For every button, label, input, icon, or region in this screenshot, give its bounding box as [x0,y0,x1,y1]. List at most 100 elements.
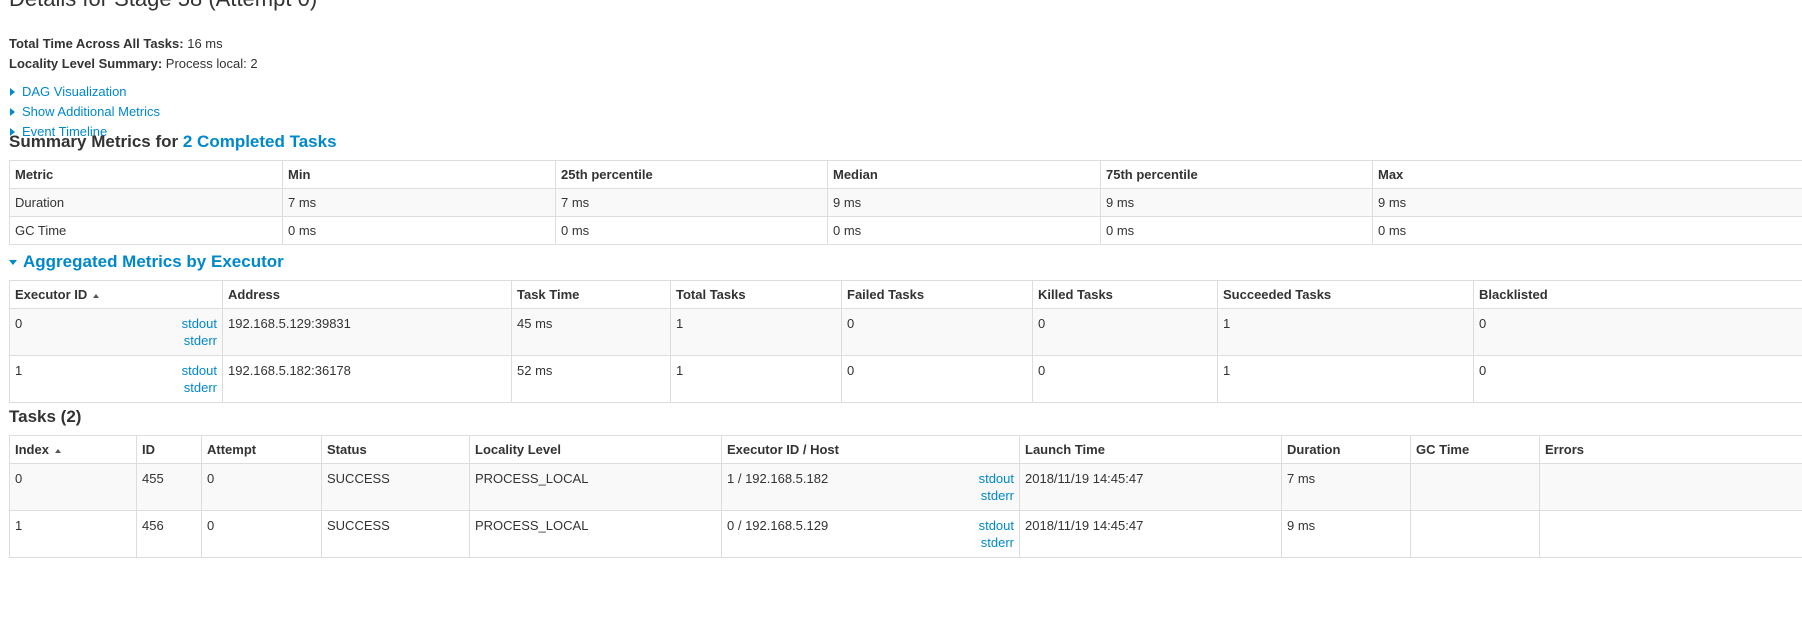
aggregated-metrics-heading[interactable]: Aggregated Metrics by Executor [23,252,284,272]
table-header-row: Executor ID Address Task Time Total Task… [9,280,1802,309]
table-cell: 0 [1473,308,1802,356]
table-cell: 455 [136,463,202,511]
table-cell: GC Time [9,216,283,245]
column-header[interactable]: Errors [1539,435,1802,464]
stdout-link[interactable]: stdout [979,471,1014,486]
stdout-link[interactable]: stdout [182,316,217,331]
summary-metrics-heading: Summary Metrics for 2 Completed Tasks [9,132,337,152]
table-cell: 0 ms [827,216,1101,245]
stderr-link[interactable]: stderr [184,380,217,395]
column-header[interactable]: Locality Level [469,435,722,464]
table-cell: 0 [841,355,1033,403]
table-cell: PROCESS_LOCAL [469,510,722,558]
task-logs: stdout stderr [979,470,1014,504]
column-header[interactable]: Launch Time [1019,435,1282,464]
table-cell: 0 [1032,355,1218,403]
total-time-line: Total Time Across All Tasks: 16 ms [9,34,258,54]
table-cell: 7 ms [282,188,556,217]
table-cell: 2018/11/19 14:45:47 [1019,463,1282,511]
table-row: 1 stdout stderr 192.168.5.182:36178 52 m… [9,355,1802,403]
table-cell: SUCCESS [321,510,470,558]
column-header[interactable]: Killed Tasks [1032,280,1218,309]
column-header[interactable]: Metric [9,160,283,189]
column-header[interactable]: Executor ID / Host [721,435,1020,464]
column-header[interactable]: Duration [1281,435,1411,464]
aggregated-metrics-toggle[interactable]: Aggregated Metrics by Executor [9,252,284,272]
column-header[interactable]: Status [321,435,470,464]
table-cell: 0 [1473,355,1802,403]
column-header-index[interactable]: Index [9,435,137,464]
stderr-link[interactable]: stderr [981,488,1014,503]
caret-right-icon [10,108,15,116]
table-header-row: Index ID Attempt Status Locality Level E… [9,435,1802,464]
table-cell: 1 [670,355,842,403]
locality-summary-line: Locality Level Summary: Process local: 2 [9,54,258,74]
column-header-executor-id[interactable]: Executor ID [9,280,223,309]
stdout-link[interactable]: stdout [979,518,1014,533]
stdout-link[interactable]: stdout [182,363,217,378]
sort-ascending-icon [93,293,100,298]
stderr-link[interactable]: stderr [184,333,217,348]
table-cell: 0 ms [1100,216,1373,245]
column-header-label: Index [15,442,49,457]
tasks-heading: Tasks (2) [9,407,82,426]
column-header[interactable]: Address [222,280,512,309]
table-cell [1539,510,1802,558]
column-header[interactable]: 75th percentile [1100,160,1373,189]
table-cell: 0 [201,510,322,558]
additional-metrics-link[interactable]: Show Additional Metrics [22,102,160,122]
table-cell: 456 [136,510,202,558]
stage-summary: Total Time Across All Tasks: 16 ms Local… [9,34,258,74]
table-cell [1410,510,1540,558]
table-row: 1 456 0 SUCCESS PROCESS_LOCAL 0 / 192.16… [9,510,1802,558]
executor-host: 0 / 192.168.5.129 [727,518,829,533]
total-time-label: Total Time Across All Tasks: [9,36,184,51]
executor-host-cell: 1 / 192.168.5.182 stdout stderr [721,463,1020,511]
column-header[interactable]: Total Tasks [670,280,842,309]
table-cell: 0 [9,463,137,511]
column-header[interactable]: Max [1372,160,1802,189]
table-cell: 9 ms [1372,188,1802,217]
column-header[interactable]: Min [282,160,556,189]
stderr-link[interactable]: stderr [981,535,1014,550]
column-header[interactable]: Attempt [201,435,322,464]
table-row: GC Time 0 ms 0 ms 0 ms 0 ms 0 ms [9,216,1802,245]
summary-metrics-heading-text: Summary Metrics for [9,132,179,151]
table-cell: 9 ms [827,188,1101,217]
table-row: Duration 7 ms 7 ms 9 ms 9 ms 9 ms [9,188,1802,217]
summary-metrics-table: Metric Min 25th percentile Median 75th p… [9,160,1802,245]
table-cell: 0 [201,463,322,511]
table-cell: 7 ms [1281,463,1411,511]
column-header[interactable]: Median [827,160,1101,189]
tasks-table: Index ID Attempt Status Locality Level E… [9,435,1802,558]
column-header[interactable]: 25th percentile [555,160,828,189]
table-cell: SUCCESS [321,463,470,511]
executor-id: 1 [15,363,23,378]
table-cell: 0 ms [1372,216,1802,245]
table-row: 0 stdout stderr 192.168.5.129:39831 45 m… [9,308,1802,356]
dag-visualization-link[interactable]: DAG Visualization [22,82,127,102]
column-header[interactable]: GC Time [1410,435,1540,464]
table-cell: 0 ms [282,216,556,245]
executor-id: 0 [15,316,23,331]
column-header[interactable]: ID [136,435,202,464]
table-cell: 2018/11/19 14:45:47 [1019,510,1282,558]
locality-summary-value: Process local: 2 [165,56,258,71]
executor-logs: stdout stderr [182,362,217,396]
additional-metrics-toggle[interactable]: Show Additional Metrics [10,102,160,122]
table-cell: 9 ms [1281,510,1411,558]
table-cell: 192.168.5.129:39831 [222,308,512,356]
column-header[interactable]: Succeeded Tasks [1217,280,1474,309]
completed-tasks-link[interactable]: 2 Completed Tasks [183,132,337,151]
column-header[interactable]: Failed Tasks [841,280,1033,309]
column-header[interactable]: Task Time [511,280,671,309]
table-row: 0 455 0 SUCCESS PROCESS_LOCAL 1 / 192.16… [9,463,1802,511]
executor-id-cell: 0 stdout stderr [9,308,223,356]
dag-visualization-toggle[interactable]: DAG Visualization [10,82,160,102]
table-cell: 45 ms [511,308,671,356]
page-title: Details for Stage 58 (Attempt 0) [9,0,317,12]
column-header[interactable]: Blacklisted [1473,280,1802,309]
table-cell: 1 [9,510,137,558]
locality-summary-label: Locality Level Summary: [9,56,163,71]
column-header-label: Executor ID [15,287,88,302]
